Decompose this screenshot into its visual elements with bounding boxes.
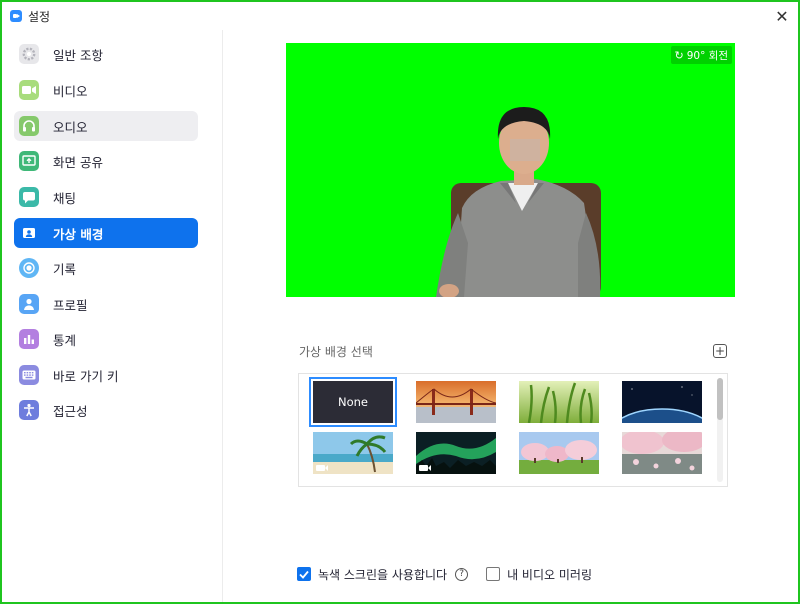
background-thumb-northern-lights[interactable]: [416, 432, 496, 474]
close-button[interactable]: ✕: [772, 6, 792, 26]
sidebar-item-label: 화면 공유: [53, 154, 103, 170]
sidebar-item-audio[interactable]: 오디오: [14, 111, 198, 141]
background-section-title: 가상 배경 선택: [299, 345, 373, 359]
record-icon: [19, 258, 39, 278]
settings-sidebar: 일반 조항 비디오 오디오 화면 공유 채팅 가상 배경 기록 프로필 통계 바…: [2, 30, 223, 602]
sidebar-item-chat[interactable]: 채팅: [14, 182, 198, 212]
background-gallery: None: [298, 373, 728, 487]
title-bar: 설정 ✕: [2, 2, 798, 30]
accessibility-icon: [19, 400, 39, 420]
screen-share-icon: [19, 151, 39, 171]
sidebar-item-label: 오디오: [53, 119, 88, 135]
sidebar-item-label: 가상 배경: [53, 226, 104, 242]
background-thumb-golden-gate-bridge[interactable]: [416, 381, 496, 423]
sidebar-item-label: 비디오: [53, 83, 88, 99]
mirror-video-checkbox[interactable]: [486, 567, 501, 581]
sidebar-item-label: 통계: [53, 332, 77, 348]
sidebar-item-general[interactable]: 일반 조항: [14, 39, 198, 69]
background-thumb-beach-palm[interactable]: [313, 432, 393, 474]
headphones-icon: [19, 116, 39, 136]
background-options: 녹색 스크린을 사용합니다 ? 내 비디오 미러링: [297, 565, 592, 583]
background-thumb-cherry-blossom-pond[interactable]: [622, 432, 702, 474]
chat-icon: [19, 187, 39, 207]
profile-icon: [19, 294, 39, 314]
check-icon: [299, 570, 309, 579]
window-title: 설정: [28, 9, 51, 24]
sidebar-item-statistics[interactable]: 통계: [14, 324, 198, 354]
zoom-app-icon: [10, 10, 22, 22]
rotate-label: 90° 회전: [686, 49, 728, 62]
sidebar-item-profile[interactable]: 프로필: [14, 289, 198, 319]
background-thumb-earth-from-space[interactable]: [622, 381, 702, 423]
plus-icon: +: [714, 344, 726, 358]
statistics-icon: [19, 329, 39, 349]
mirror-video-label: 내 비디오 미러링: [507, 567, 592, 582]
sidebar-item-recording[interactable]: 기록: [14, 253, 198, 283]
sidebar-item-label: 기록: [53, 261, 77, 277]
background-thumb-none[interactable]: None: [309, 377, 397, 427]
video-badge-icon: [316, 465, 328, 471]
sidebar-item-label: 프로필: [53, 297, 88, 313]
sidebar-item-keyboard-shortcuts[interactable]: 바로 가기 키: [14, 360, 198, 390]
sidebar-item-screen-share[interactable]: 화면 공유: [14, 146, 198, 176]
add-background-button[interactable]: +: [713, 344, 727, 358]
video-camera-icon: [19, 80, 39, 100]
sidebar-item-virtual-background[interactable]: 가상 배경: [14, 218, 198, 248]
sidebar-item-label: 접근성: [53, 403, 88, 419]
sidebar-item-label: 채팅: [53, 190, 77, 206]
settings-content: ↻ 90° 회전 가상 배경 선택 + None 녹색 스크린을 사용합니다 ?…: [224, 30, 798, 602]
help-icon[interactable]: ?: [455, 567, 469, 581]
keyboard-icon: [19, 365, 39, 385]
sidebar-item-video[interactable]: 비디오: [14, 75, 198, 105]
sidebar-item-label: 일반 조항: [53, 47, 103, 63]
rotate-90-button[interactable]: ↻ 90° 회전: [670, 46, 732, 64]
green-screen-checkbox[interactable]: [297, 567, 311, 581]
camera-preview: ↻ 90° 회전: [286, 43, 735, 297]
scrollbar-thumb[interactable]: [717, 378, 723, 420]
background-thumb-cherry-blossom-park[interactable]: [519, 432, 599, 474]
sidebar-item-label: 바로 가기 키: [53, 368, 119, 384]
rotate-icon: ↻: [674, 48, 684, 62]
settings-window: 설정 ✕ 일반 조항 비디오 오디오 화면 공유 채팅 가상 배경 기록 프로필…: [0, 0, 800, 604]
background-thumb-grass[interactable]: [519, 381, 599, 423]
thumb-label: None: [337, 395, 368, 409]
gear-icon: [19, 44, 39, 64]
video-badge-icon: [419, 465, 431, 471]
gallery-scrollbar[interactable]: [717, 378, 723, 482]
sidebar-item-accessibility[interactable]: 접근성: [14, 395, 198, 425]
person-silhouette: [436, 107, 601, 297]
green-screen-label: 녹색 스크린을 사용합니다: [318, 567, 448, 582]
virtual-background-icon: [19, 223, 39, 243]
